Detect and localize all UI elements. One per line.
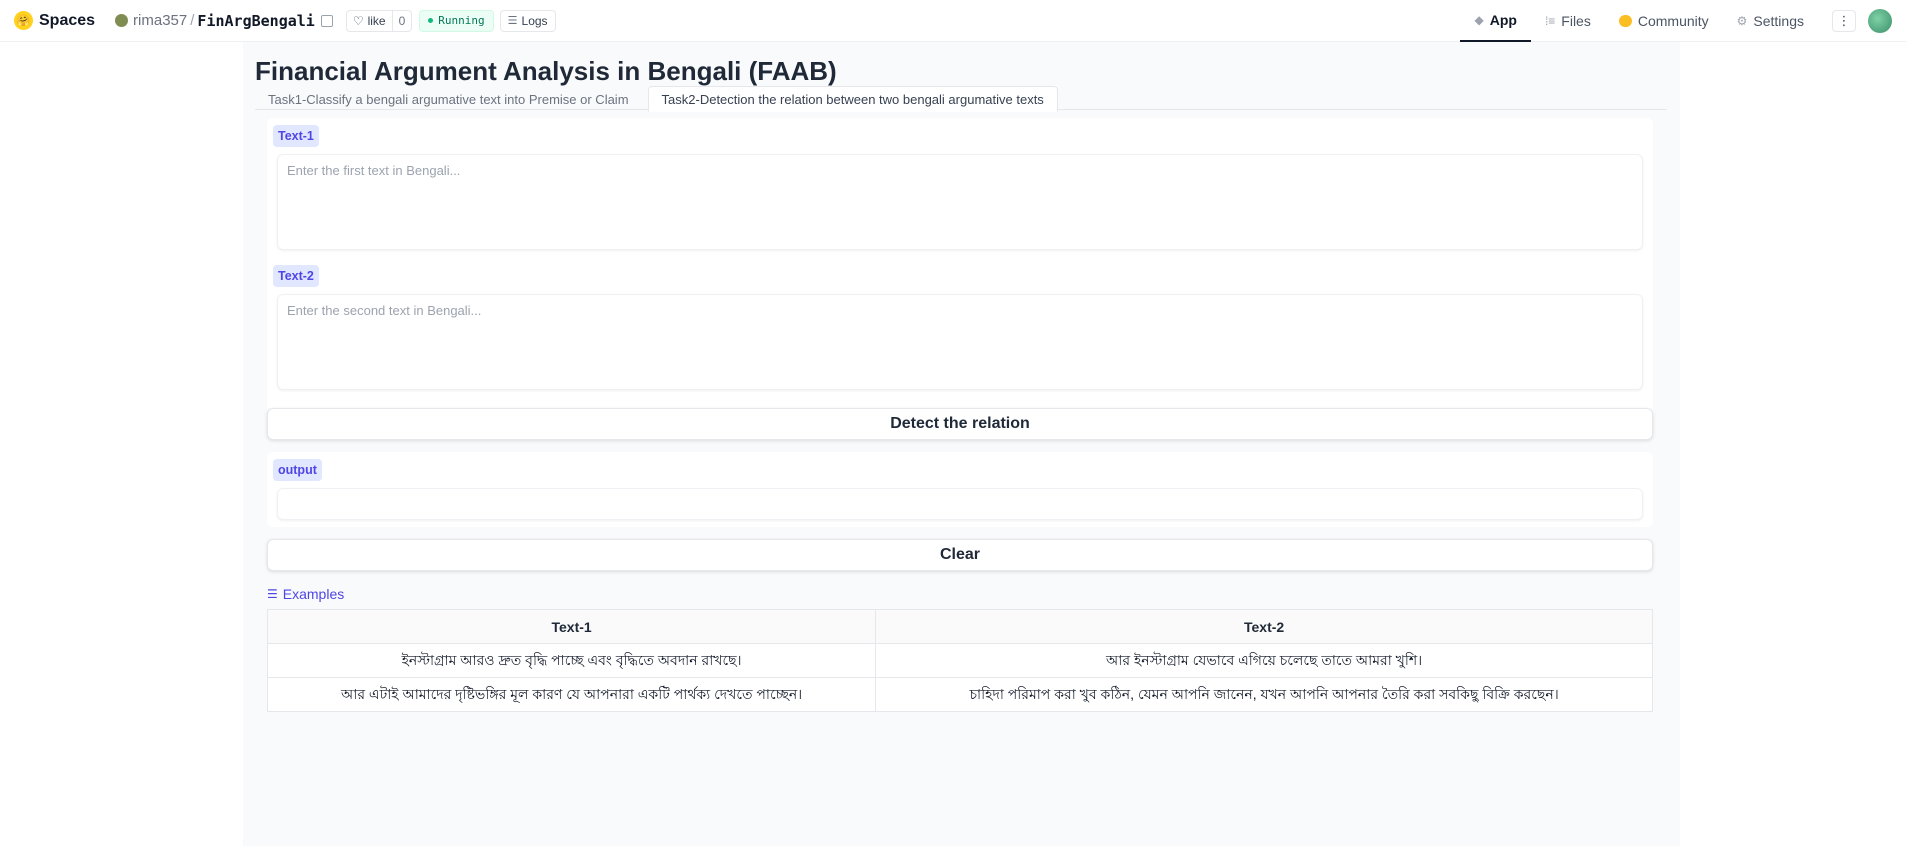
example-cell: চাহিদা পরিমাপ করা খুব কঠিন, যেমন আপনি জা… [875,677,1653,712]
examples-header: ☰ Examples [267,586,344,602]
nav-settings-label: Settings [1753,13,1804,29]
output-panel: output [267,452,1653,527]
status-dot-icon [428,18,434,23]
text2-field[interactable]: Enter the second text in Bengali... [277,294,1643,390]
like-button[interactable]: ♡ like 0 [345,9,413,32]
more-options-button[interactable]: ⋮ [1832,10,1856,32]
space-name-link[interactable]: FinArgBengali [197,12,314,30]
page-title: Financial Argument Analysis in Bengali (… [255,56,837,86]
logs-label: Logs [521,13,548,28]
text1-label: Text-1 [273,125,319,147]
tab-task1[interactable]: Task1-Classify a bengali argumative text… [255,86,642,112]
output-label: output [273,459,322,481]
status-badge: Running [419,9,494,32]
example-cell: ইনস্টাগ্রাম আরও দ্রুত বৃদ্ধি পাচ্ছে এবং … [266,643,877,678]
logs-icon: ☰ [507,15,518,27]
heart-icon: ♡ [352,13,364,28]
owner-avatar [115,14,129,27]
app-cube-icon: ◆ [1474,13,1484,27]
inputs-panel: Text-1 Enter the first text in Bengali..… [267,118,1653,433]
detect-relation-button[interactable]: Detect the relation [267,408,1653,440]
hugging-face-logo-icon: 🤗 [14,11,33,30]
text1-field[interactable]: Enter the first text in Bengali... [277,154,1643,250]
community-icon [1618,15,1632,27]
example-cell: আর এটাই আমাদের দৃষ্টিভঙ্গির মূল কারণ যে … [266,677,877,712]
status-label: Running [438,14,485,27]
examples-col-text2: Text-2 [875,609,1653,644]
copy-icon[interactable] [320,14,333,27]
space-nav: ◆ App ⁞≡ Files Community ⚙ Settings ⋮ [1460,0,1906,42]
nav-app-label: App [1489,12,1517,28]
brand-label: Spaces [39,11,96,29]
like-label: like [367,13,386,28]
examples-col-text1: Text-1 [266,609,877,644]
examples-label: Examples [282,586,345,602]
clear-button[interactable]: Clear [267,539,1653,571]
gear-icon: ⚙ [1736,14,1748,28]
nav-files-label: Files [1561,13,1591,29]
output-field[interactable] [277,488,1643,520]
spaces-link[interactable]: 🤗 Spaces [14,11,95,30]
nav-settings[interactable]: ⚙ Settings [1723,0,1818,42]
top-header: 🤗 Spaces rima357 / FinArgBengali ♡ like 0… [0,0,1906,42]
path-separator: / [190,12,195,29]
user-avatar[interactable] [1868,9,1892,33]
list-icon: ☰ [267,587,278,601]
task-tabs: Task1-Classify a bengali argumative text… [255,86,1667,112]
example-row[interactable]: ইনস্টাগ্রাম আরও দ্রুত বৃদ্ধি পাচ্ছে এবং … [266,643,1653,678]
nav-app[interactable]: ◆ App [1460,0,1531,42]
nav-community-label: Community [1637,13,1709,29]
files-icon: ⁞≡ [1544,14,1556,28]
space-path: rima357 / FinArgBengali [115,12,333,30]
gradio-app: Financial Argument Analysis in Bengali (… [243,42,1680,846]
nav-community[interactable]: Community [1605,0,1723,42]
examples-table: Text-1 Text-2 ইনস্টাগ্রাম আরও দ্রুত বৃদ্… [266,609,1653,712]
owner-link[interactable]: rima357 [133,12,187,29]
kebab-icon: ⋮ [1837,13,1851,28]
text2-label: Text-2 [273,265,319,287]
example-cell: আর ইনস্টাগ্রাম যেভাবে এগিয়ে চলেছে তাতে … [875,643,1653,678]
like-count: 0 [391,10,412,31]
tab-task2[interactable]: Task2-Detection the relation between two… [647,86,1058,112]
nav-files[interactable]: ⁞≡ Files [1531,0,1605,42]
examples-header-row: Text-1 Text-2 [266,609,1653,644]
example-row[interactable]: আর এটাই আমাদের দৃষ্টিভঙ্গির মূল কারণ যে … [266,677,1653,712]
logs-button[interactable]: ☰ Logs [499,9,556,32]
